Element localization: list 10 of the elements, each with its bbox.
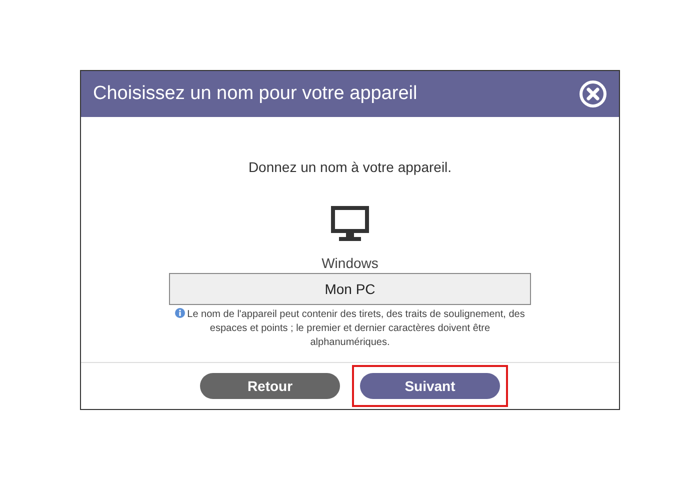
next-button[interactable]: Suivant xyxy=(360,373,500,399)
info-icon xyxy=(175,308,186,318)
monitor-icon xyxy=(330,205,370,243)
hint-text: Le nom de l'appareil peut contenir des tirets, des traits de soulignement, des espaces et points ; le premier et dernier caractères doivent être alphanumériques. xyxy=(174,308,526,350)
back-button[interactable]: Retour xyxy=(200,373,340,399)
name-field[interactable]: Mon PC xyxy=(169,273,531,305)
dialog-title: Choisissez un nom pour votre appareil xyxy=(93,83,418,105)
device-label: Windows xyxy=(322,255,378,271)
prompt-text: Donnez un nom à votre appareil. xyxy=(248,159,452,175)
close-icon[interactable] xyxy=(579,80,607,108)
